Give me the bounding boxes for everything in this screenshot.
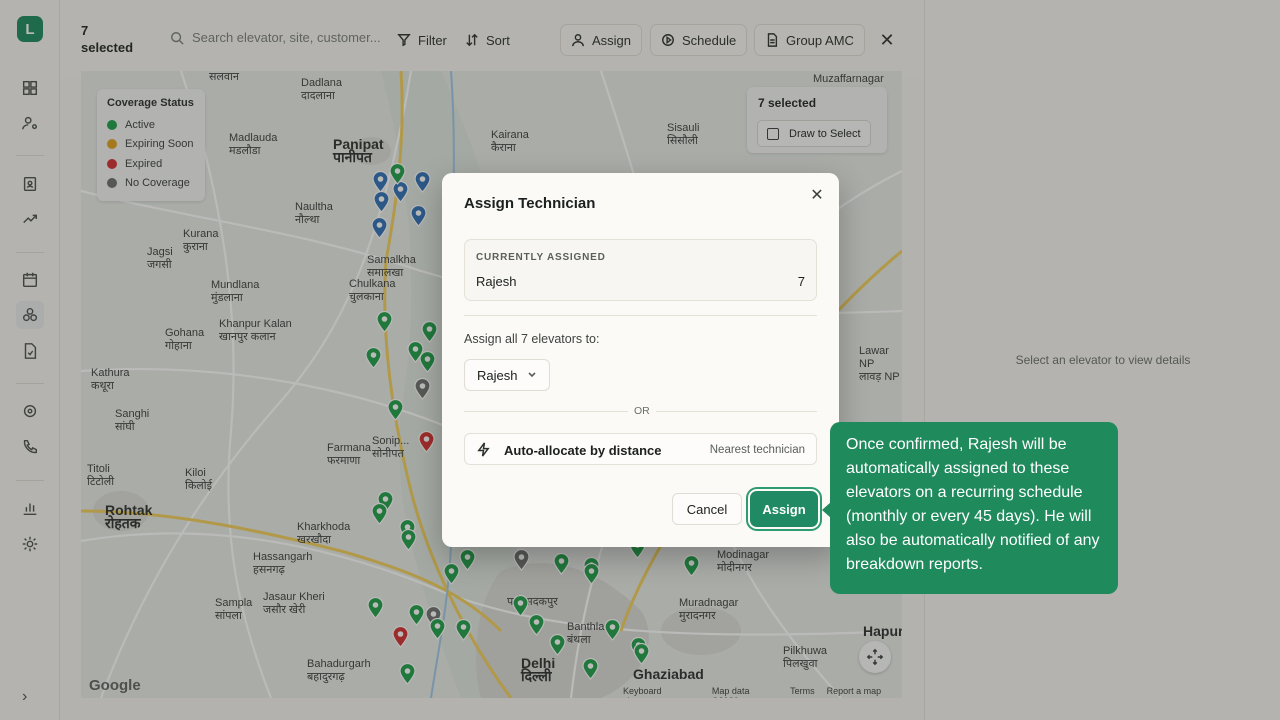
dialog-title: Assign Technician	[464, 195, 596, 212]
auto-allocate-option[interactable]: Auto-allocate by distance Nearest techni…	[464, 433, 817, 465]
auto-allocate-hint: Nearest technician	[709, 444, 805, 456]
chevron-down-icon	[528, 372, 537, 378]
assign-all-label: Assign all 7 elevators to:	[464, 332, 600, 346]
currently-assigned-label: CURRENTLY ASSIGNED	[476, 252, 606, 263]
lightning-icon	[477, 442, 490, 457]
confirm-assign-button[interactable]: Assign	[750, 491, 818, 527]
divider	[464, 315, 817, 316]
or-label: OR	[628, 405, 656, 417]
close-icon[interactable]: ✕	[806, 184, 828, 206]
auto-allocate-label: Auto-allocate by distance	[504, 443, 662, 458]
onboarding-tooltip: Once confirmed, Rajesh will be automatic…	[830, 422, 1118, 594]
technician-select-value: Rajesh	[477, 367, 518, 383]
currently-assigned-card: CURRENTLY ASSIGNED Rajesh 7	[464, 239, 817, 301]
assign-technician-dialog: Assign Technician ✕ CURRENTLY ASSIGNED R…	[442, 173, 839, 547]
current-technician-name: Rajesh	[476, 274, 517, 289]
cancel-button[interactable]: Cancel	[672, 493, 742, 525]
technician-select[interactable]: Rajesh	[464, 359, 551, 391]
current-elevator-count: 7	[797, 274, 805, 289]
